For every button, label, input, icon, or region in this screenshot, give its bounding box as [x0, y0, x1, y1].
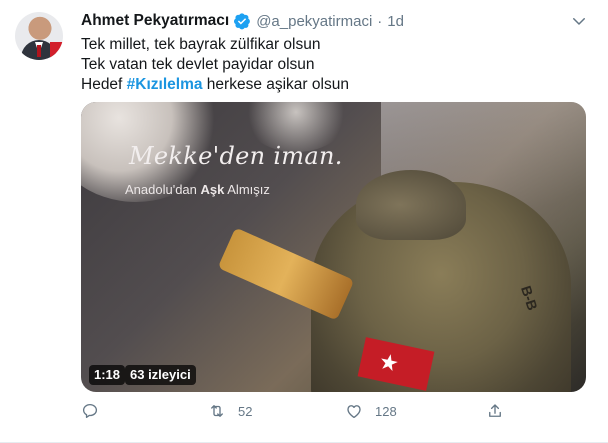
- tweet[interactable]: Ahmet Pekyatırmacı @a_pekyatirmaci · 1d …: [0, 0, 608, 443]
- video-title-line-1: Mekke'den iman.: [129, 142, 343, 170]
- chevron-down-icon[interactable]: [570, 12, 588, 30]
- verified-badge-icon: [234, 13, 251, 30]
- video-title-bold: Aşk: [200, 182, 225, 197]
- author-name[interactable]: Ahmet Pekyatırmacı: [81, 12, 229, 30]
- like-count: 128: [375, 403, 397, 419]
- video-views-badge: 63 izleyici: [125, 365, 196, 385]
- video-title-line-2: Anadolu'dan Aşk Almışız: [125, 182, 270, 197]
- like-icon: [347, 405, 361, 419]
- avatar-tie: [37, 45, 41, 57]
- retweet-count: 52: [238, 403, 253, 419]
- video-title-suffix: Almışız: [224, 182, 270, 197]
- hashtag-link[interactable]: #Kızılelma: [127, 76, 203, 93]
- video-duration-badge: 1:18: [89, 365, 126, 385]
- video-title-prefix: Anadolu'dan: [125, 182, 201, 197]
- tweet-line-3: Hedef #Kızılelma herkese aşikar olsun: [81, 75, 349, 95]
- share-icon: [489, 404, 501, 417]
- tweet-line-1: Tek millet, tek bayrak zülfikar olsun: [81, 36, 321, 53]
- tweet-actions: 52 128: [81, 402, 581, 424]
- tweet-line-3-suffix: herkese aşikar olsun: [202, 76, 349, 93]
- avatar-flag: [50, 42, 63, 60]
- reply-icon: [82, 403, 98, 419]
- video-helmet: [356, 170, 466, 240]
- retweet-button[interactable]: 52: [208, 402, 252, 420]
- video-player[interactable]: ★ B-B Mekke'den iman. Anadolu'dan Aşk Al…: [81, 102, 586, 392]
- separator-dot: ·: [377, 12, 383, 30]
- author-handle[interactable]: @a_pekyatirmaci: [256, 13, 372, 30]
- like-button[interactable]: 128: [345, 402, 397, 420]
- tweet-header: Ahmet Pekyatırmacı @a_pekyatirmaci · 1d: [81, 10, 404, 32]
- reply-button[interactable]: [81, 402, 99, 420]
- tweet-line-3-prefix: Hedef: [81, 76, 127, 93]
- retweet-icon: [211, 405, 223, 417]
- tweet-time[interactable]: 1d: [387, 13, 404, 30]
- share-button[interactable]: [486, 402, 504, 420]
- author-avatar[interactable]: [15, 12, 63, 60]
- tweet-text: Tek millet, tek bayrak zülfikar olsun Te…: [81, 35, 349, 95]
- tweet-line-2: Tek vatan tek devlet payidar olsun: [81, 56, 315, 73]
